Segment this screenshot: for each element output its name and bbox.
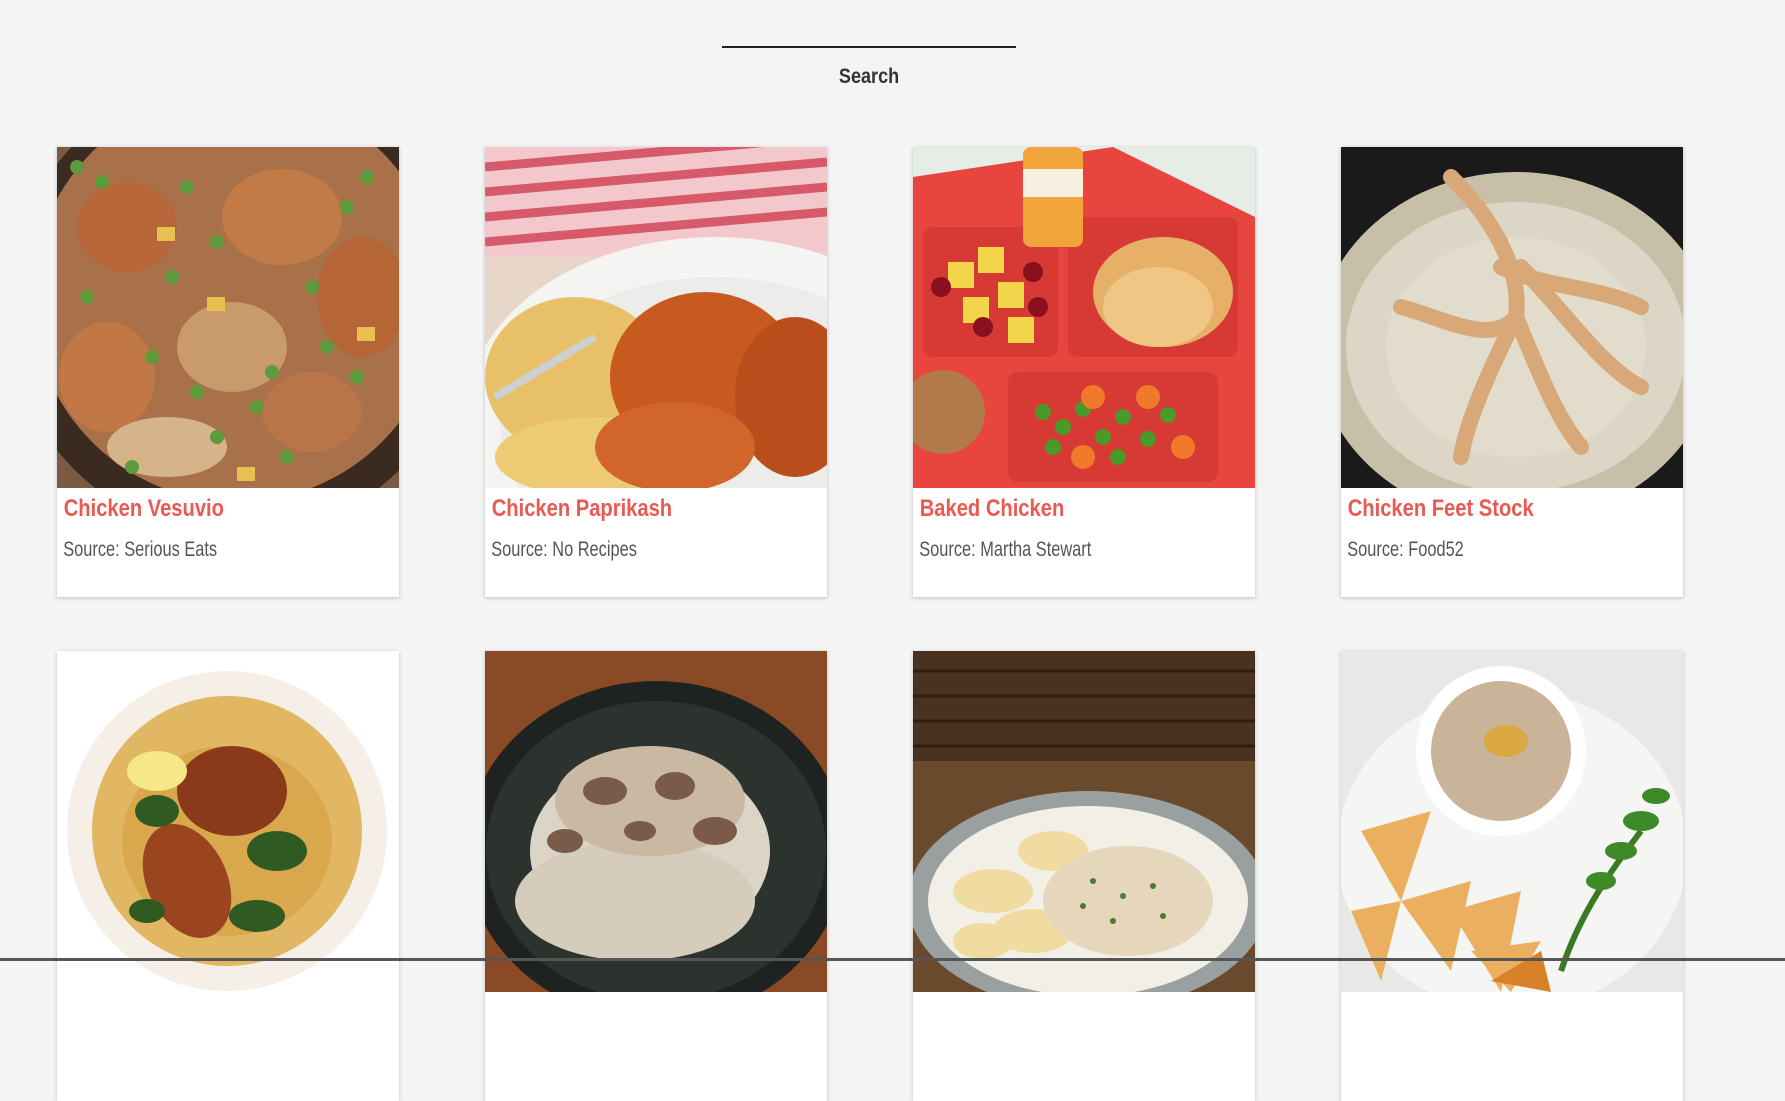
- recipe-source: Source: Martha Stewart: [919, 538, 1092, 561]
- recipe-title[interactable]: [57, 992, 344, 1034]
- recipe-source: Source: Food52: [1347, 538, 1464, 561]
- search-input[interactable]: [722, 46, 1016, 48]
- recipe-image[interactable]: [1341, 651, 1683, 992]
- recipe-title[interactable]: Chicken Feet Stock: [1341, 488, 1628, 530]
- recipe-card[interactable]: Chicken Paprikash Source: No Recipes: [485, 147, 827, 597]
- recipe-title[interactable]: Chicken Paprikash: [485, 488, 772, 530]
- recipe-card[interactable]: Chicken Vesuvio Source: Serious Eats: [57, 147, 399, 597]
- recipe-source: Source: No Recipes: [491, 538, 637, 561]
- recipe-image[interactable]: [1341, 147, 1683, 488]
- recipe-card[interactable]: [1341, 651, 1683, 1101]
- recipe-card[interactable]: [913, 651, 1255, 1101]
- recipe-card[interactable]: Chicken Feet Stock Source: Food52: [1341, 147, 1683, 597]
- recipe-image[interactable]: [913, 147, 1255, 488]
- recipe-image[interactable]: [485, 651, 827, 992]
- recipe-source: Source: Serious Eats: [63, 538, 218, 561]
- recipe-source: [1341, 1034, 1608, 1042]
- recipe-image[interactable]: [57, 651, 399, 992]
- recipe-title[interactable]: Chicken Vesuvio: [57, 488, 344, 530]
- recipe-image[interactable]: [913, 651, 1255, 992]
- recipe-source: [57, 1034, 324, 1042]
- recipe-title[interactable]: [1341, 992, 1628, 1034]
- recipe-title[interactable]: [913, 992, 1200, 1034]
- recipe-card[interactable]: [57, 651, 399, 1101]
- recipe-image[interactable]: [485, 147, 827, 488]
- recipe-title[interactable]: [485, 992, 772, 1034]
- recipe-source: [913, 1034, 1180, 1042]
- recipe-title[interactable]: Baked Chicken: [913, 488, 1200, 530]
- recipe-image[interactable]: [57, 147, 399, 488]
- search-area: Search: [722, 46, 1016, 89]
- recipe-card[interactable]: Baked Chicken Source: Martha Stewart: [913, 147, 1255, 597]
- search-button[interactable]: Search: [839, 65, 899, 89]
- recipe-source: [485, 1034, 752, 1042]
- recipe-card[interactable]: [485, 651, 827, 1101]
